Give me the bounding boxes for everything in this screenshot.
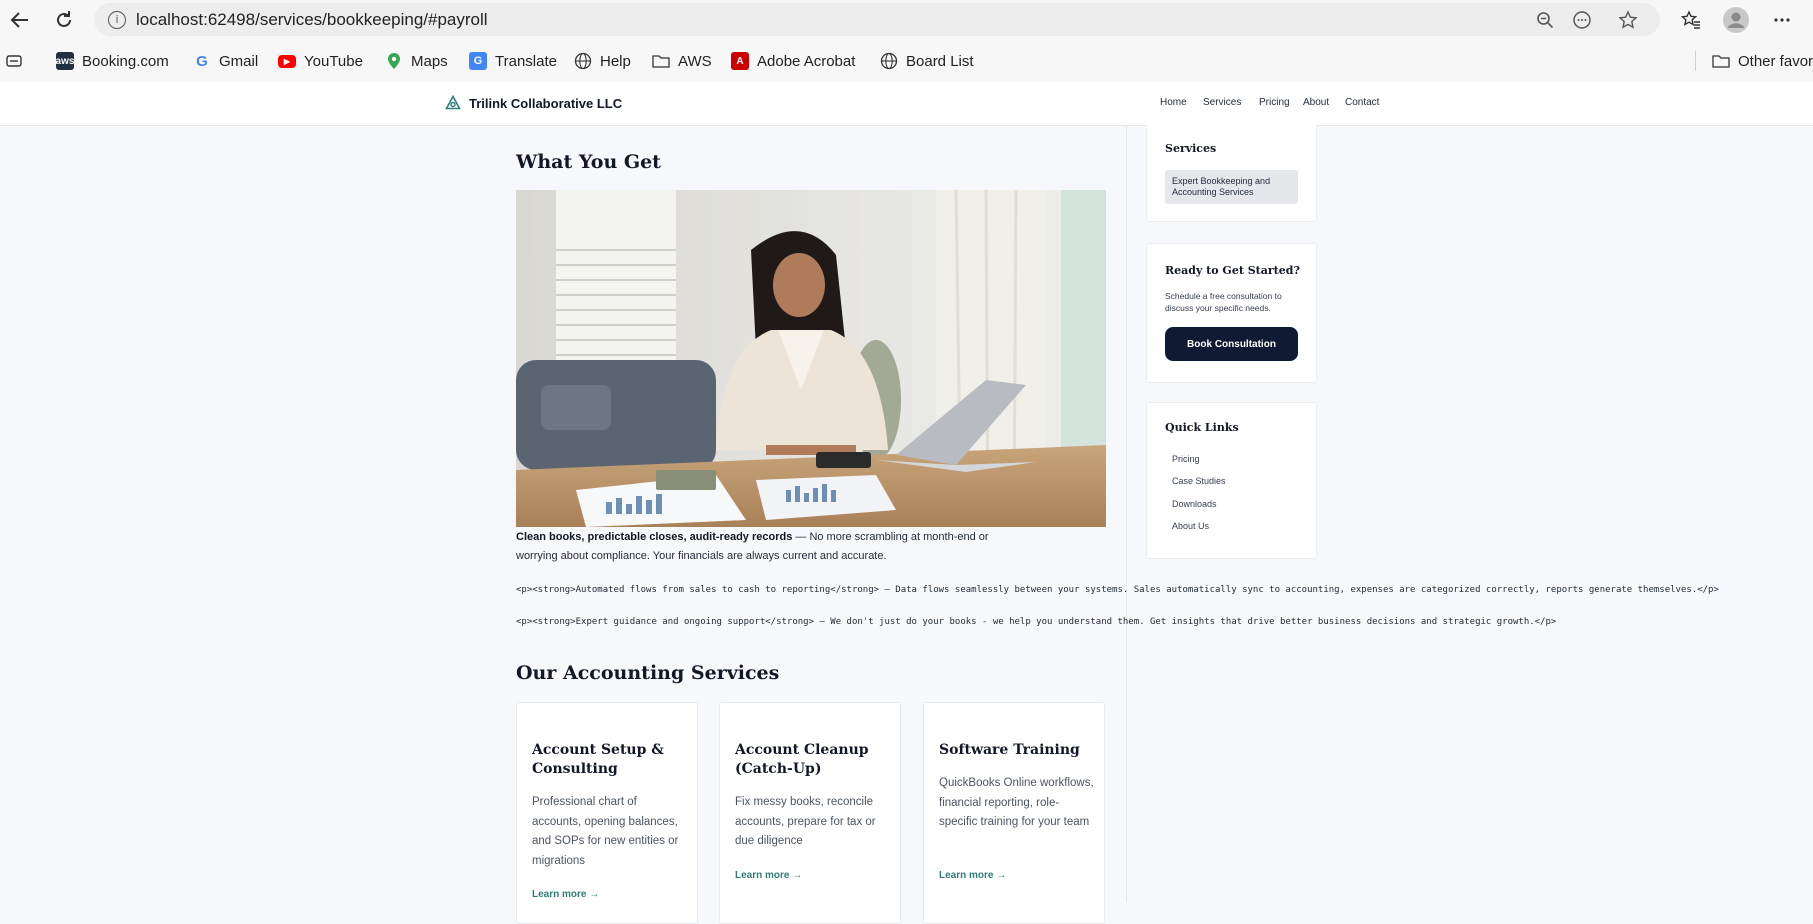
reload-icon[interactable] [50,6,78,34]
nav-pricing[interactable]: Pricing [1259,97,1290,108]
bookmark-help[interactable]: Help [574,51,631,71]
cta-text: Schedule a free consultation to discuss … [1165,291,1282,313]
folder-icon [652,52,670,70]
quick-link-pricing[interactable]: Pricing [1172,454,1200,464]
learn-more-link[interactable]: Learn more → [532,889,599,900]
brand-link[interactable]: Trilink Collaborative LLC [445,95,622,111]
raw-html-line-1: <p><strong>Automated flows from sales to… [516,585,1719,595]
learn-more-link[interactable]: Learn more → [939,870,1006,881]
bookmark-adobe-acrobat[interactable]: A Adobe Acrobat [731,51,855,71]
quick-link-about-us[interactable]: About Us [1172,521,1209,531]
nav-services[interactable]: Services [1203,97,1241,108]
bookmark-booking[interactable]: aws Booking.com [56,51,169,71]
services-heading: Our Accounting Services [516,662,780,684]
site-header: Trilink Collaborative LLC Home Services … [0,82,1813,126]
bookmark-aws[interactable]: AWS [652,51,712,71]
bookmark-board-list[interactable]: Board List [880,51,974,71]
sidebar-cta-card: Ready to Get Started? Schedule a free co… [1146,243,1317,383]
service-card-training: Software Training QuickBooks Online work… [923,702,1105,924]
sidebar-quick-links-card: Quick Links Pricing Case Studies Downloa… [1146,402,1317,559]
cta-title: Ready to Get Started? [1165,264,1300,277]
service-card-cleanup: Account Cleanup (Catch-Up) Fix messy boo… [719,702,901,924]
other-favorites[interactable]: Other favori [1695,51,1813,71]
nav-contact[interactable]: Contact [1345,97,1379,108]
star-icon[interactable] [1617,9,1639,31]
settings-menu-icon[interactable] [1768,6,1796,34]
quick-link-downloads[interactable]: Downloads [1172,499,1217,509]
sidebar-services-title: Services [1165,142,1217,155]
nav-about[interactable]: About [1303,97,1329,108]
content-divider [1126,125,1127,902]
raw-html-line-2: <p><strong>Expert guidance and ongoing s… [516,617,1557,627]
maps-pin-icon [385,52,403,70]
service-card-desc: QuickBooks Online workflows, financial r… [939,777,1094,828]
bookmark-translate[interactable]: G Translate [469,51,557,71]
google-icon: G [196,52,208,70]
youtube-icon: ▶ [278,54,296,68]
service-card-setup: Account Setup & Consulting Professional … [516,702,698,924]
aws-icon: aws [56,52,74,70]
favorites-icon[interactable] [1677,6,1705,34]
quick-links-title: Quick Links [1165,421,1239,434]
service-card-desc: Fix messy books, reconcile accounts, pre… [735,796,876,847]
benefit-strong: Clean books, predictable closes, audit-r… [516,531,793,543]
address-bar[interactable]: i localhost:62498/services/bookkeeping/#… [94,3,1660,36]
what-you-get-heading: What You Get [516,151,661,173]
globe-icon [574,52,592,70]
bookmarks-bar: aws Booking.com G Gmail ▶ YouTube Maps G… [0,40,1813,83]
back-icon[interactable] [6,6,34,34]
browser-toolbar: i localhost:62498/services/bookkeeping/#… [0,0,1813,40]
hero-image [516,190,1106,527]
service-card-title: Software Training [939,742,1080,758]
learn-more-link[interactable]: Learn more → [735,870,802,881]
brand-name: Trilink Collaborative LLC [469,95,623,111]
trilink-logo-icon [445,95,461,110]
acrobat-icon: A [731,52,749,70]
globe-icon [880,52,898,70]
bookmark-maps[interactable]: Maps [385,51,448,71]
profile-avatar-icon[interactable] [1722,6,1750,34]
sidebar-services-card: Services Expert Bookkeeping and Accounti… [1146,125,1317,222]
tab-actions-icon[interactable] [6,51,22,71]
nav-home[interactable]: Home [1160,97,1187,108]
service-card-title: Account Cleanup (Catch-Up) [735,742,869,777]
service-card-title: Account Setup & Consulting [532,742,664,777]
more-tools-icon[interactable] [1571,9,1593,31]
folder-icon [1712,52,1730,70]
sidebar-item-label: Expert Bookkeeping and Accounting Servic… [1172,176,1271,197]
service-card-desc: Professional chart of accounts, opening … [532,796,679,867]
translate-icon: G [469,52,487,70]
book-consultation-button[interactable]: Book Consultation [1165,327,1298,361]
bookmark-youtube[interactable]: ▶ YouTube [278,51,363,71]
sidebar-item-bookkeeping[interactable]: Expert Bookkeeping and Accounting Servic… [1165,170,1298,204]
zoom-icon[interactable] [1534,9,1556,31]
quick-link-case-studies[interactable]: Case Studies [1172,476,1226,486]
benefit-paragraph: Clean books, predictable closes, audit-r… [516,528,1016,566]
site-info-icon[interactable]: i [108,11,126,29]
bookmark-gmail[interactable]: G Gmail [193,51,258,71]
url-text[interactable]: localhost:62498/services/bookkeeping/#pa… [136,10,488,30]
